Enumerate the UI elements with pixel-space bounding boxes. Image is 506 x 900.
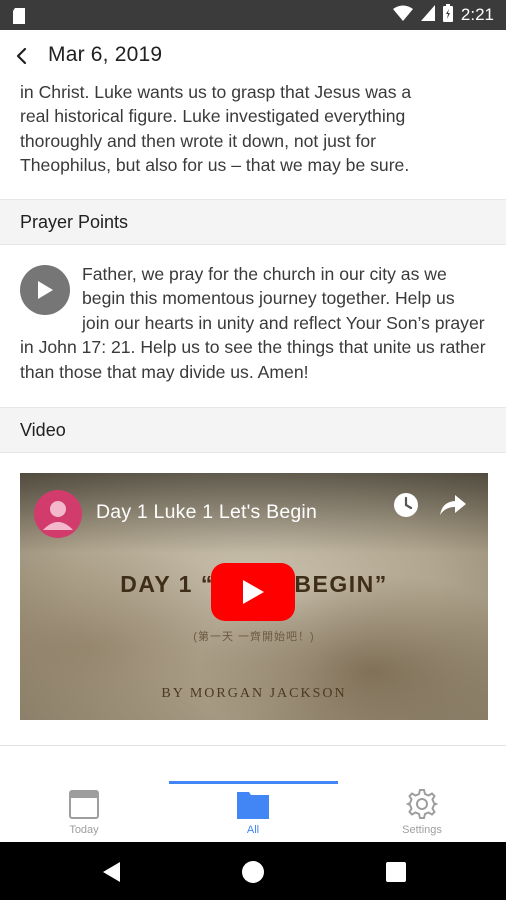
gear-icon [405,788,439,825]
app-bar: Mar 6, 2019 [0,30,506,82]
devotion-text: in Christ. Luke wants us to grasp that J… [20,82,490,178]
person-icon [43,501,73,530]
system-recents-button[interactable] [381,857,411,887]
devotion-line: real historical figure. Luke investigate… [20,106,406,127]
section-title: Video [20,420,66,440]
calendar-icon [68,788,100,825]
page-title: Mar 6, 2019 [48,43,163,66]
prayer-block: Father, we pray for the church in our ci… [20,262,486,384]
folder-icon [236,788,270,825]
thumbnail-author: BY MORGAN JACKSON [161,686,347,701]
prayer-points-header: Prayer Points [0,199,506,245]
tab-all[interactable]: All [169,788,337,840]
devotion-line: in Christ. Luke wants us to grasp that J… [20,82,412,102]
status-time: 2:21 [460,5,494,24]
back-arrow-icon [16,47,27,65]
tab-label: Settings [402,824,442,836]
devotion-line: Theophilus, but also for us – that we ma… [20,155,410,176]
square-recents-icon [386,862,406,882]
play-audio-button[interactable] [20,265,70,315]
tab-label: All [246,824,260,836]
tab-label: Today [69,824,99,836]
active-tab-indicator [169,781,338,784]
sd-card-icon [10,6,30,26]
signal-icon [420,4,435,26]
watch-later-icon[interactable] [392,491,420,519]
battery-icon [442,3,453,27]
video-title: Day 1 Luke 1 Let's Begin [96,501,317,523]
video-player[interactable]: Day 1 Luke 1 Let's Begin DAY 1 “LET’S BE… [20,473,488,720]
system-navigation-bar [0,842,506,900]
triangle-back-icon [103,862,120,882]
divider [0,745,506,746]
tab-settings[interactable]: Settings [338,788,506,840]
tab-today[interactable]: Today [0,788,168,840]
system-back-button[interactable] [96,857,126,887]
play-icon [243,580,264,604]
system-home-button[interactable] [238,857,268,887]
back-button[interactable] [2,36,42,76]
devotion-line: thoroughly and then wrote it down, not j… [20,130,376,151]
devotion-content[interactable]: in Christ. Luke wants us to grasp that J… [0,82,506,758]
section-title: Prayer Points [20,212,129,232]
bottom-navigation: Today All Settings [0,758,506,842]
circle-home-icon [242,861,264,883]
status-bar: 2:21 [0,0,506,30]
thumbnail-subtitle: (第一天 一齊開始吧！) [193,631,315,643]
prayer-text: Father, we pray for the church in our ci… [20,264,486,382]
youtube-play-button[interactable] [211,563,295,621]
wifi-icon [392,5,413,26]
video-header: Video [0,407,506,453]
share-icon[interactable] [438,491,468,519]
play-icon [38,281,53,299]
channel-avatar[interactable] [34,490,82,538]
